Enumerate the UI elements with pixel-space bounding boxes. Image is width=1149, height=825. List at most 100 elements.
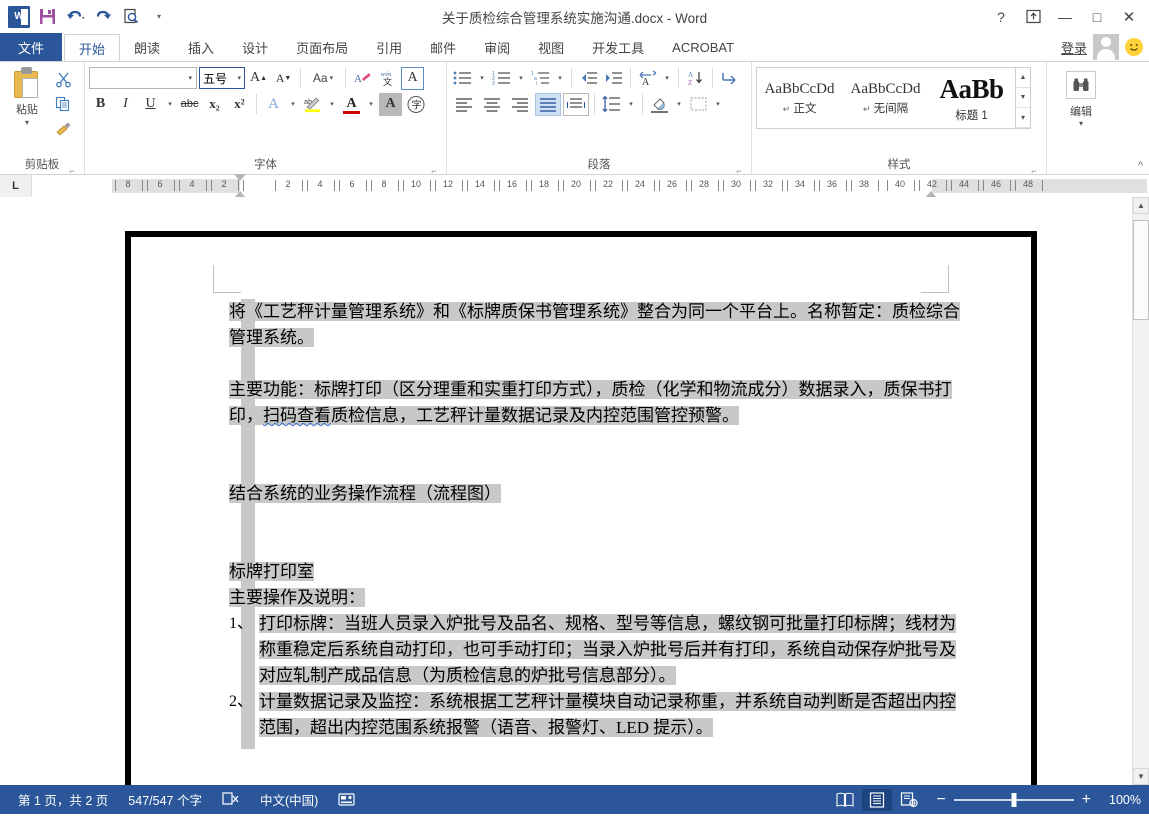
numbering-button[interactable]: 123 (490, 67, 513, 90)
scroll-up-button[interactable]: ▲ (1133, 197, 1149, 214)
zoom-thumb[interactable] (1011, 792, 1017, 807)
paragraph[interactable]: 主要操作及说明： (229, 585, 971, 611)
underline-chevron-down-icon[interactable]: ▾ (164, 93, 176, 116)
signin-link[interactable]: 登录 (1061, 38, 1087, 57)
zoom-slider[interactable]: − + (936, 791, 1091, 808)
character-shading-button[interactable]: A (379, 92, 402, 116)
style-gallery-more-button[interactable]: ▾ (1016, 108, 1030, 128)
shading-button[interactable] (648, 93, 671, 116)
tab-home[interactable]: 开始 (64, 34, 121, 62)
italic-button[interactable]: I (114, 93, 137, 116)
tab-references[interactable]: 引用 (362, 33, 416, 61)
tab-read-aloud[interactable]: 朗读 (120, 33, 174, 61)
record-macro-icon[interactable] (328, 792, 365, 807)
font-size-input[interactable]: 五号 ▾ (199, 67, 245, 89)
feedback-smiley-icon[interactable] (1125, 38, 1143, 56)
font-dialog-launcher[interactable]: ⌐ (429, 163, 439, 176)
bullets-button[interactable] (451, 67, 474, 90)
highlight-chevron-down-icon[interactable]: ▾ (326, 93, 338, 116)
document-page[interactable]: 将《工艺秤计量管理系统》和《标牌质保书管理系统》整合为同一个平台上。名称暂定：质… (125, 231, 1037, 785)
tab-review[interactable]: 审阅 (470, 33, 524, 61)
blank-paragraph[interactable] (229, 351, 971, 377)
enclose-characters-button[interactable]: 字 (404, 93, 427, 116)
page-number-status[interactable]: 第 1 页，共 2 页 (8, 790, 118, 809)
list-item[interactable]: 2、 计量数据记录及监控：系统根据工艺秤计量模块自动记录称重，并系统自动判断是否… (229, 689, 971, 741)
multilevel-list-button[interactable]: 1ai (529, 67, 552, 90)
scroll-down-button[interactable]: ▼ (1133, 768, 1149, 785)
style-item-normal[interactable]: AaBbCcDd ↵ 正文 (757, 68, 843, 128)
tab-insert[interactable]: 插入 (174, 33, 228, 61)
subscript-button[interactable]: x₂ (203, 93, 226, 116)
grow-font-button[interactable]: A ▲ (247, 67, 270, 90)
collapse-ribbon-button[interactable]: ^ (1138, 160, 1143, 172)
font-name-input[interactable]: ▾ (89, 67, 197, 89)
increase-indent-button[interactable] (602, 67, 625, 90)
font-color-button[interactable]: A (340, 93, 363, 116)
scrollbar-thumb[interactable] (1133, 220, 1149, 320)
page-canvas[interactable]: 将《工艺秤计量管理系统》和《标牌质保书管理系统》整合为同一个平台上。名称暂定：质… (0, 197, 1149, 785)
bold-button[interactable]: B (89, 93, 112, 116)
phonetic-guide-button[interactable]: wén 文 (376, 67, 399, 90)
zoom-level-label[interactable]: 100% (1103, 793, 1141, 807)
align-justify-button[interactable] (535, 92, 561, 116)
document-text-body[interactable]: 将《工艺秤计量管理系统》和《标牌质保书管理系统》整合为同一个平台上。名称暂定：质… (229, 299, 971, 741)
minimize-button[interactable]: — (1049, 2, 1081, 32)
tab-page-layout[interactable]: 页面布局 (282, 33, 362, 61)
word-app-icon[interactable]: W (6, 4, 32, 30)
text-effects-chevron-down-icon[interactable]: ▾ (287, 93, 299, 116)
paragraph[interactable]: 结合系统的业务操作流程（流程图） (229, 481, 971, 507)
blank-paragraph[interactable] (229, 455, 971, 481)
line-spacing-button[interactable] (600, 93, 623, 116)
show-paragraph-marks-button[interactable] (718, 67, 741, 90)
style-item-heading-1[interactable]: AaBb 标题 1 (929, 68, 1015, 128)
clear-formatting-button[interactable]: A (351, 67, 374, 90)
close-button[interactable]: ✕ (1113, 2, 1145, 32)
list-item[interactable]: 1、 打印标牌：当班人员录入炉批号及品名、规格、型号等信息，螺纹钢可批量打印标牌… (229, 611, 971, 689)
format-painter-button[interactable] (50, 117, 76, 141)
blank-paragraph[interactable] (229, 507, 971, 533)
clipboard-dialog-launcher[interactable]: ⌐ (67, 163, 77, 176)
tab-mailings[interactable]: 邮件 (416, 33, 470, 61)
customize-quick-access-chevron-down-icon[interactable]: ▾ (146, 4, 172, 30)
text-highlight-button[interactable]: ab (301, 93, 324, 116)
align-center-button[interactable] (479, 93, 505, 116)
multilevel-chevron-down-icon[interactable]: ▾ (554, 67, 566, 90)
strikethrough-button[interactable]: abc (178, 93, 201, 116)
tab-stop-selector[interactable]: L (0, 175, 32, 197)
style-scroll-down-button[interactable]: ▼ (1016, 88, 1030, 108)
align-left-button[interactable] (451, 93, 477, 116)
maximize-button[interactable]: □ (1081, 2, 1113, 32)
borders-button[interactable] (687, 93, 710, 116)
font-name-chevron-down-icon[interactable]: ▾ (188, 74, 192, 82)
horizontal-ruler[interactable]: 8 6 4 2 2 4 6 8 10 12 14 16 18 20 22 24 … (32, 174, 1147, 202)
character-border-button[interactable]: A (401, 66, 424, 90)
zoom-in-button[interactable]: + (1082, 791, 1091, 808)
language-status[interactable]: 中文(中国) (250, 790, 328, 809)
sort-button[interactable]: AZ (684, 67, 707, 90)
tab-design[interactable]: 设计 (228, 33, 282, 61)
avatar[interactable] (1093, 34, 1119, 60)
paragraph[interactable]: 标牌打印室 (229, 559, 971, 585)
read-mode-icon[interactable] (830, 789, 860, 811)
undo-icon[interactable] (62, 4, 88, 30)
blank-paragraph[interactable] (229, 533, 971, 559)
blank-paragraph[interactable] (229, 429, 971, 455)
change-case-button[interactable]: Aa ▾ (306, 67, 340, 90)
copy-button[interactable] (50, 92, 76, 116)
first-line-indent-marker[interactable] (234, 174, 246, 181)
paragraph[interactable]: 主要功能：标牌打印（区分理重和实重打印方式），质检（化学和物流成分）数据录入，质… (229, 377, 971, 429)
borders-chevron-down-icon[interactable]: ▾ (712, 93, 724, 116)
tab-file[interactable]: 文件 (0, 33, 63, 61)
find-binoculars-icon[interactable] (1066, 71, 1096, 99)
vertical-scrollbar[interactable]: ▲ ▼ (1132, 197, 1149, 785)
numbering-chevron-down-icon[interactable]: ▾ (515, 67, 527, 90)
asian-layout-chevron-down-icon[interactable]: ▾ (661, 67, 673, 90)
editing-chevron-down-icon[interactable]: ▾ (1051, 119, 1111, 128)
font-color-chevron-down-icon[interactable]: ▾ (365, 93, 377, 116)
distribute-button[interactable] (563, 92, 589, 116)
print-layout-icon[interactable] (862, 788, 893, 811)
paragraph-dialog-launcher[interactable]: ⌐ (734, 163, 744, 176)
ribbon-display-options-icon[interactable] (1017, 2, 1049, 32)
print-preview-icon[interactable] (118, 4, 144, 30)
tab-developer[interactable]: 开发工具 (578, 33, 658, 61)
